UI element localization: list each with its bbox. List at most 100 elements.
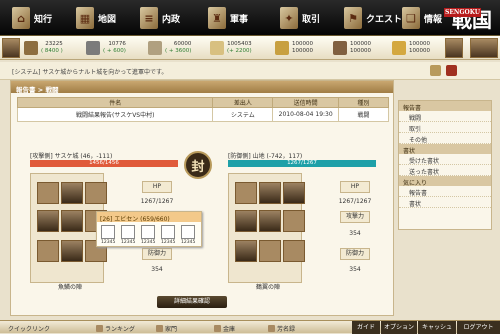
nav-item-trade[interactable]: ✦ 取引 — [280, 3, 320, 33]
defender-hp-track: 1267/1267 — [228, 160, 376, 167]
column-subject: 件名 — [16, 97, 214, 108]
general-portrait[interactable] — [470, 38, 498, 58]
attacker-label: [攻撃側] サスケ城 (46，-111) — [30, 153, 113, 160]
scroll-icon[interactable] — [430, 65, 441, 76]
quick-link-vault[interactable]: 金庫 — [214, 324, 235, 333]
report-sender: システム — [212, 107, 274, 122]
general-portrait[interactable] — [283, 182, 305, 204]
detail-result-button[interactable]: 詳細結果確認 — [157, 296, 227, 308]
guestbook-icon — [268, 325, 275, 332]
quick-link-title: クイックリンク — [8, 326, 51, 333]
equip-slot — [141, 225, 155, 239]
resource-stone: 10776( + 600) — [86, 39, 126, 57]
report-type: 戦闘 — [338, 107, 389, 122]
general-portrait[interactable] — [61, 182, 83, 204]
nav-item-map[interactable]: ▦ 地図 — [76, 3, 116, 33]
attack-label: 攻撃力 — [340, 211, 370, 223]
logo-badge: SENGOKU — [444, 8, 481, 17]
attacker-formation-name: 魚鱗の陣 — [58, 284, 83, 291]
side-item-trade[interactable]: 取引 — [399, 122, 491, 133]
quick-link-ranking[interactable]: ランキング — [96, 324, 135, 333]
tooltip-title: [26] エビセン (659/660) — [97, 212, 201, 223]
resource-card: 100000 100000 — [333, 39, 371, 57]
quick-link-guestbook[interactable]: 芳名録 — [268, 324, 295, 333]
attacker-formation — [30, 173, 107, 283]
column-time: 送信時間 — [272, 97, 340, 108]
guide-button[interactable]: ガイド — [352, 321, 380, 334]
side-item-fav-report[interactable]: 報告書 — [399, 186, 491, 197]
quick-link-bar: クイックリンク ランキング 家門 金庫 芳名録 ガイド オプション キャッシュ … — [0, 320, 500, 334]
game-logo: SENGOKU 戦国 — [444, 7, 492, 32]
resource-bar: 23225( 8400 ) 10776( + 600) 60000( + 360… — [0, 36, 500, 60]
nav-item-chigyo[interactable]: ⌂ 知行 — [12, 3, 52, 33]
general-portrait[interactable] — [235, 240, 257, 262]
side-item-received[interactable]: 受けた書状 — [399, 154, 491, 165]
quick-link-family[interactable]: 家門 — [156, 324, 177, 333]
formation-slot[interactable] — [259, 240, 281, 262]
vault-icon — [214, 325, 221, 332]
report-table: 件名 差出人 送信時間 種別 戦闘結果報告(サスケVS中村) システム 2010… — [16, 97, 389, 122]
hp-value: 1267/1267 — [338, 198, 372, 205]
gold-icon — [392, 41, 406, 55]
general-portrait[interactable] — [37, 210, 59, 232]
formation-slot[interactable] — [283, 240, 305, 262]
formation-slot[interactable] — [85, 182, 107, 204]
resource-iron: 60000( + 3600) — [148, 39, 191, 57]
hp-value: 1267/1267 — [140, 198, 174, 205]
book-icon: ❑ — [402, 7, 420, 29]
nav-item-military[interactable]: ♜ 軍事 — [208, 3, 248, 33]
attacker-hp-track: 1456/1456 — [30, 160, 178, 167]
officer-portrait[interactable] — [445, 38, 463, 58]
report-time: 2010-08-04 19:30 — [272, 107, 340, 122]
general-portrait[interactable] — [259, 210, 281, 232]
breadcrumb: 報告書 > 戦闘 — [11, 81, 393, 94]
nav-item-naisei[interactable]: ≡ 内政 — [140, 3, 180, 33]
nav-item-quest[interactable]: ⚑ クエスト — [344, 3, 402, 33]
defense-value: 354 — [151, 266, 163, 273]
formation-slot[interactable] — [235, 182, 257, 204]
general-portrait[interactable] — [235, 210, 257, 232]
hp-label: HP — [142, 181, 172, 193]
family-icon — [156, 325, 163, 332]
table-row[interactable]: 戦闘結果報告(サスケVS中村) システム 2010-08-04 19:30 戦闘 — [16, 107, 389, 122]
formation-slot[interactable] — [37, 182, 59, 204]
iron-icon — [148, 41, 162, 55]
side-item-other[interactable]: その他 — [399, 133, 491, 144]
side-item-battle[interactable]: 戦闘 — [399, 111, 491, 122]
card-icon — [333, 41, 347, 55]
system-message: [システム] サスケ城からナルト城を向かって進軍中です。 — [12, 69, 168, 76]
option-button[interactable]: オプション — [381, 321, 417, 334]
quest-icon: ⚑ — [344, 7, 362, 29]
nav-item-info[interactable]: ❑ 情報 — [402, 3, 442, 33]
report-subject[interactable]: 戦闘結果報告(サスケVS中村) — [16, 107, 214, 122]
resource-gold: 100000 100000 — [392, 39, 430, 57]
attacker-hp-bar: 1456/1456 — [30, 160, 178, 167]
side-item-fav-letter[interactable]: 書状 — [399, 197, 491, 208]
lord-portrait[interactable] — [2, 38, 20, 58]
equip-slot — [121, 225, 135, 239]
hp-label: HP — [340, 181, 370, 193]
coin-icon — [275, 41, 289, 55]
equip-slot — [181, 225, 195, 239]
stone-icon — [86, 41, 100, 55]
side-section-title: 気に入り — [399, 176, 491, 187]
general-portrait[interactable] — [61, 210, 83, 232]
formation-slot[interactable] — [283, 210, 305, 232]
defense-label: 防御力 — [142, 248, 172, 260]
wood-icon — [24, 41, 38, 55]
column-type: 種別 — [338, 97, 389, 108]
general-portrait[interactable] — [61, 240, 83, 262]
system-message-bar: [システム] サスケ城からナルト城を向かって進軍中です。 — [0, 62, 500, 80]
logout-button[interactable]: ログアウト — [457, 321, 500, 334]
general-portrait[interactable] — [259, 182, 281, 204]
side-section-title: 報告書 — [399, 101, 491, 112]
column-sender: 差出人 — [212, 97, 274, 108]
cash-button[interactable]: キャッシュ — [418, 321, 456, 334]
scroll-icon: ≡ — [140, 7, 158, 29]
formation-slot[interactable] — [37, 240, 59, 262]
side-item-sent[interactable]: 送った書状 — [399, 165, 491, 176]
mansion-icon: ⌂ — [12, 7, 30, 29]
general-tooltip: [26] エビセン (659/660) 12345 12345 12345 12… — [96, 211, 202, 247]
battle-icon[interactable] — [446, 65, 457, 76]
rice-icon — [210, 41, 224, 55]
